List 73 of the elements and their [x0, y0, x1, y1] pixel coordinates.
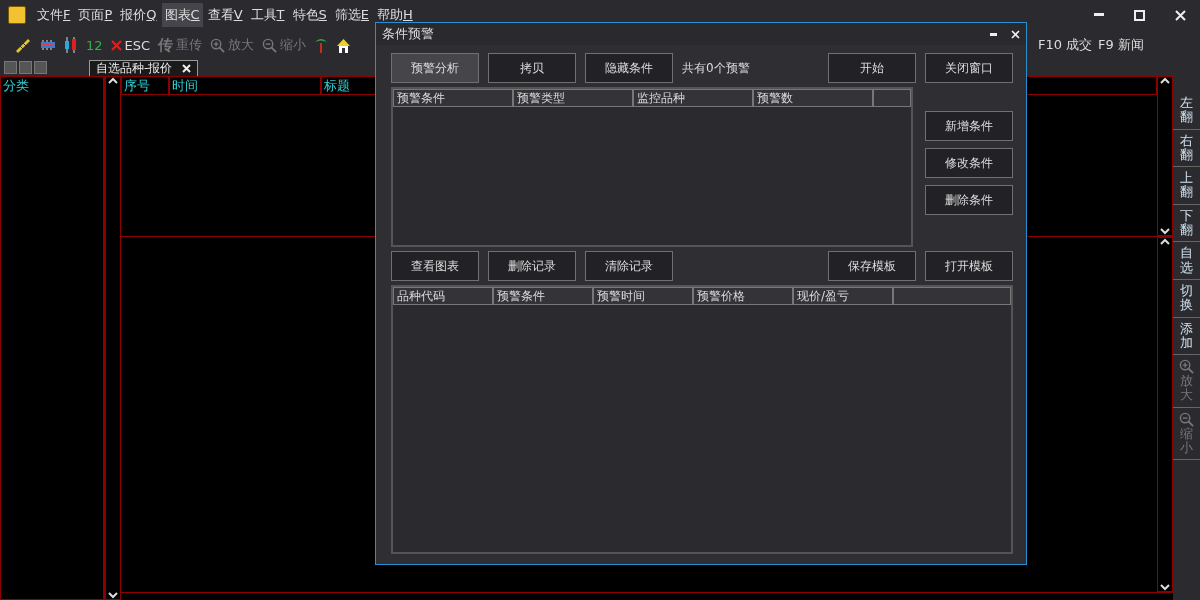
table-header-cell: 预警时间: [593, 287, 693, 305]
menu-item[interactable]: 特色S: [289, 3, 330, 27]
app-logo: [8, 6, 26, 24]
pencil-icon[interactable]: [14, 37, 32, 53]
dialog-button[interactable]: 拷贝: [488, 53, 576, 83]
zoom-in-icon: [1179, 359, 1194, 375]
zoom-in-icon: [210, 37, 226, 53]
dialog-button[interactable]: 清除记录: [585, 251, 673, 281]
dialog-title: 条件预警: [382, 25, 434, 43]
close-icon[interactable]: [1011, 29, 1020, 39]
candlestick-icon[interactable]: [64, 37, 78, 53]
table-header-cell: 预警条件: [393, 89, 513, 107]
close-icon[interactable]: [182, 64, 192, 73]
close-icon[interactable]: [1175, 9, 1186, 21]
table-header-cell: 预警条件: [493, 287, 593, 305]
house-icon[interactable]: [336, 37, 352, 53]
tab[interactable]: 自选品种-报价: [89, 60, 199, 76]
side-button[interactable]: 添加: [1180, 321, 1193, 351]
dialog-button[interactable]: 新增条件: [925, 111, 1013, 141]
dialog-button[interactable]: 删除条件: [925, 185, 1013, 215]
table-header-cell: 预警数: [753, 89, 873, 107]
scrollbar[interactable]: [105, 76, 121, 600]
toolbar-link[interactable]: F9 新闻: [1098, 36, 1144, 54]
dialog-button[interactable]: 保存模板: [828, 251, 916, 281]
side-button[interactable]: 左翻: [1180, 96, 1193, 125]
table-header-cell: 预警价格: [693, 287, 793, 305]
menu-item[interactable]: 报价Q: [117, 3, 160, 27]
scroll-down-icon[interactable]: [1160, 228, 1170, 235]
zoom-out-icon: [1179, 411, 1194, 427]
scrollbar[interactable]: [1157, 237, 1173, 592]
scroll-up-icon[interactable]: [108, 77, 118, 84]
side-button[interactable]: 切换: [1180, 283, 1193, 313]
toolbar-button[interactable]: ESC: [124, 37, 151, 53]
side-button[interactable]: 右翻: [1180, 133, 1193, 163]
alert-count: 共有0个预警: [682, 59, 750, 77]
minimize-icon[interactable]: [990, 32, 997, 36]
scroll-down-icon[interactable]: [108, 592, 118, 599]
menu-item[interactable]: 筛选E: [331, 3, 372, 27]
menu-item[interactable]: 文件F: [34, 3, 74, 27]
toolbar-button[interactable]: 12: [86, 37, 103, 53]
dialog-button[interactable]: 打开模板: [925, 251, 1013, 281]
scrollbar[interactable]: [1157, 76, 1173, 236]
table-header-cell: 监控品种: [633, 89, 753, 107]
table-header-cell: 品种代码: [393, 287, 493, 305]
side-button[interactable]: 自选: [1180, 246, 1193, 275]
dialog-button[interactable]: 删除记录: [488, 251, 576, 281]
side-button[interactable]: 下翻: [1180, 208, 1193, 238]
dialog-button[interactable]: 关闭窗口: [925, 53, 1013, 83]
zoom-out-icon: [262, 37, 278, 53]
menu-item[interactable]: 图表C: [161, 3, 203, 27]
side-button[interactable]: 上翻: [1180, 171, 1193, 200]
table-header-cell: 预警类型: [513, 89, 633, 107]
dialog-button[interactable]: 修改条件: [925, 148, 1013, 178]
maximize-icon[interactable]: [1134, 9, 1145, 21]
transfer-glyph: 传: [158, 35, 174, 55]
table-header-cell: 现价/盈亏: [793, 287, 893, 305]
dialog-button[interactable]: 预警分析: [391, 53, 479, 83]
menu-item[interactable]: 工具T: [247, 3, 288, 27]
menu-item[interactable]: 页面P: [75, 3, 116, 27]
dialog-button[interactable]: 开始: [828, 53, 916, 83]
scroll-up-icon[interactable]: [1160, 238, 1170, 245]
column-header: 序号: [121, 76, 169, 95]
scroll-up-icon[interactable]: [1160, 77, 1170, 84]
dialog-button[interactable]: 查看图表: [391, 251, 479, 281]
close-icon: [110, 39, 122, 51]
column-header: 分类: [0, 76, 104, 600]
chip-icon[interactable]: [40, 39, 56, 51]
dialog-button[interactable]: 隐藏条件: [585, 53, 673, 83]
toolbar-link[interactable]: F10 成交: [1037, 36, 1093, 54]
column-header: 时间: [169, 76, 321, 95]
menu-item[interactable]: 查看V: [204, 3, 246, 27]
scroll-down-icon[interactable]: [1160, 584, 1170, 591]
minimize-icon[interactable]: [1094, 13, 1104, 17]
